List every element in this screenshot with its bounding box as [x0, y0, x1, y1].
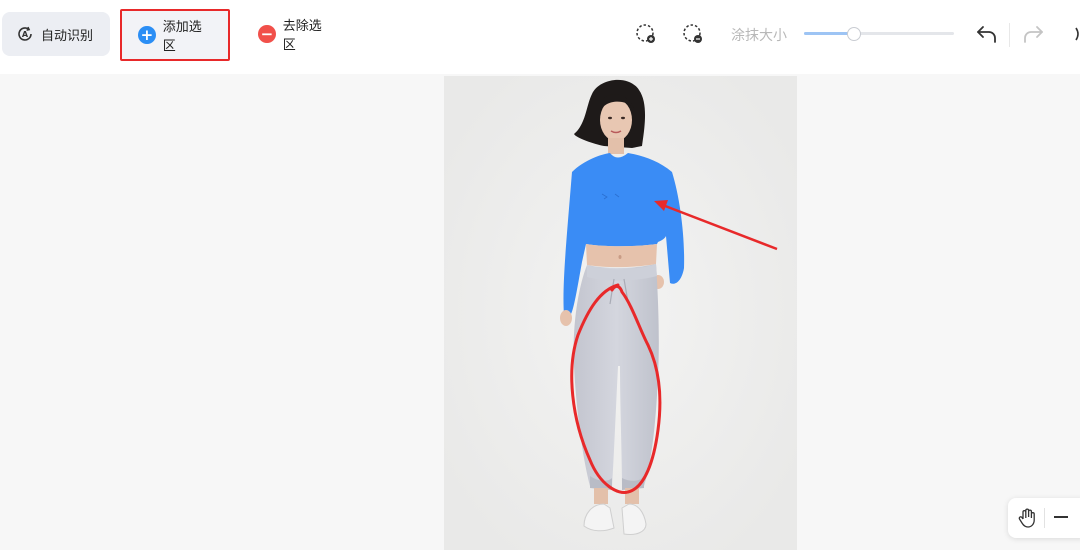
minus-circle-icon: −	[258, 25, 276, 43]
toolbar-divider	[1009, 23, 1010, 47]
top-toolbar: A 自动识别 + 添加选区 − 去除选区 涂抹大小	[0, 0, 1080, 74]
svg-text:A: A	[22, 30, 29, 39]
auto-detect-label: 自动识别	[41, 28, 94, 44]
hand-icon[interactable]	[1016, 507, 1038, 529]
auto-detect-button[interactable]: A 自动识别	[2, 12, 110, 56]
redo-icon[interactable]	[1020, 22, 1046, 46]
zoom-divider	[1044, 508, 1045, 528]
slider-thumb[interactable]	[847, 27, 861, 41]
lasso-add-icon[interactable]	[635, 23, 657, 45]
undo-icon[interactable]	[974, 22, 1000, 46]
lasso-remove-icon[interactable]	[682, 23, 704, 45]
brush-size-slider[interactable]	[804, 27, 954, 41]
add-selection-button[interactable]: + 添加选区	[120, 9, 230, 61]
minus-icon[interactable]	[1054, 516, 1068, 518]
plus-circle-icon: +	[138, 26, 156, 44]
toolbar-overflow-edge	[1074, 26, 1080, 42]
photo-illustration	[444, 76, 797, 550]
auto-detect-icon: A	[18, 26, 32, 41]
add-selection-label: 添加选区	[162, 20, 202, 54]
photo-canvas[interactable]	[444, 76, 797, 550]
zoom-controls	[1008, 498, 1080, 538]
remove-selection-label: 去除选区	[282, 19, 322, 53]
brush-size-label: 涂抹大小	[731, 28, 787, 44]
remove-selection-button[interactable]: − 去除选区	[244, 12, 348, 56]
